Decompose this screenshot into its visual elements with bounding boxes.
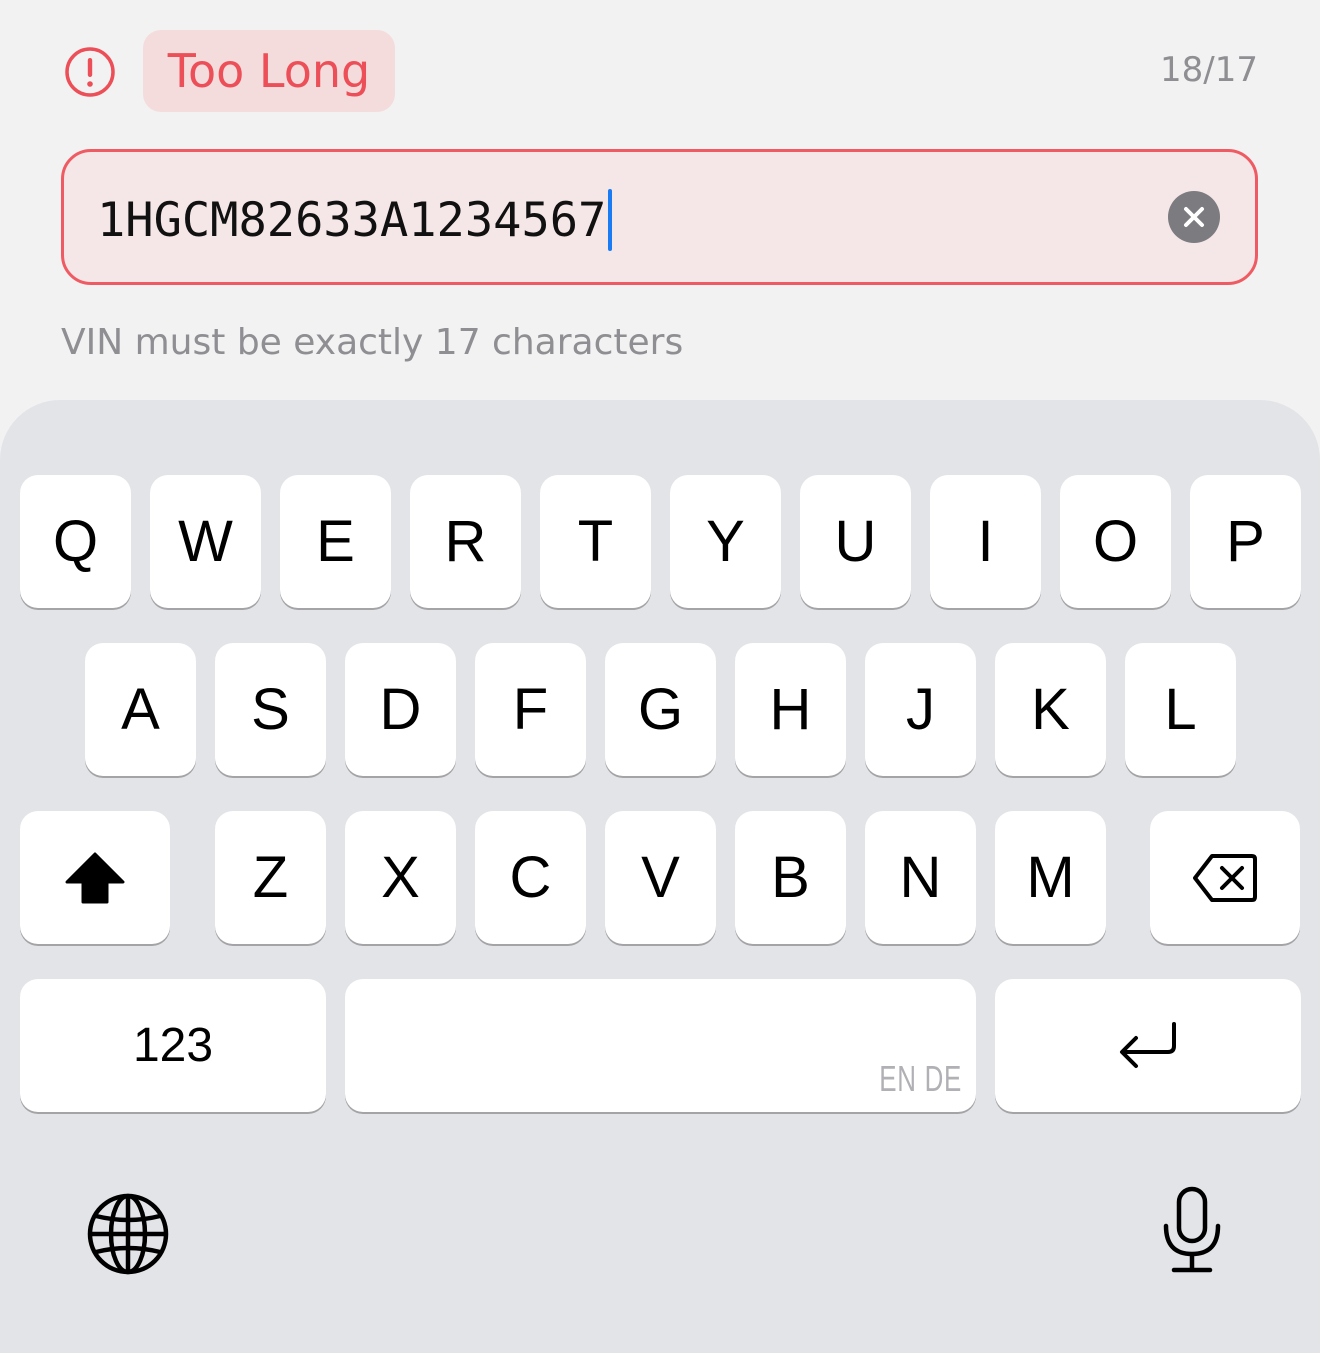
- key-i[interactable]: I: [930, 475, 1041, 608]
- key-label: P: [1226, 508, 1265, 574]
- numbers-key[interactable]: 123: [20, 979, 326, 1112]
- key-s[interactable]: S: [215, 643, 326, 776]
- vin-input[interactable]: 1HGCM82633A1234567: [97, 189, 613, 251]
- return-key[interactable]: [995, 979, 1301, 1112]
- key-z[interactable]: Z: [215, 811, 326, 944]
- key-a[interactable]: A: [85, 643, 196, 776]
- key-label: N: [899, 844, 942, 910]
- key-label: X: [381, 844, 420, 910]
- key-o[interactable]: O: [1060, 475, 1171, 608]
- key-j[interactable]: J: [865, 643, 976, 776]
- key-w[interactable]: W: [150, 475, 261, 608]
- key-d[interactable]: D: [345, 643, 456, 776]
- key-h[interactable]: H: [735, 643, 846, 776]
- key-b[interactable]: B: [735, 811, 846, 944]
- numbers-key-label: 123: [132, 1018, 214, 1072]
- shift-key[interactable]: [20, 811, 170, 944]
- key-n[interactable]: N: [865, 811, 976, 944]
- key-label: E: [316, 508, 355, 574]
- clear-x-icon: [1184, 207, 1204, 227]
- key-t[interactable]: T: [540, 475, 651, 608]
- key-p[interactable]: P: [1190, 475, 1301, 608]
- microphone-icon[interactable]: [1160, 1186, 1224, 1276]
- key-label: J: [906, 676, 935, 742]
- key-label: S: [251, 676, 290, 742]
- key-c[interactable]: C: [475, 811, 586, 944]
- key-label: D: [379, 676, 422, 742]
- alert-circle-icon: [65, 47, 115, 97]
- key-label: W: [178, 508, 233, 574]
- key-label: Y: [706, 508, 745, 574]
- key-y[interactable]: Y: [670, 475, 781, 608]
- key-label: T: [577, 508, 614, 574]
- character-count: 18/17: [1160, 50, 1258, 90]
- space-language-label: EN DE: [879, 1058, 962, 1099]
- vin-helper-text: VIN must be exactly 17 characters: [61, 322, 684, 363]
- delete-key[interactable]: [1150, 811, 1300, 944]
- key-label: O: [1092, 508, 1139, 574]
- shift-arrow-icon: [65, 852, 125, 903]
- text-caret: [608, 189, 613, 251]
- key-label: B: [771, 844, 810, 910]
- key-label: C: [509, 844, 552, 910]
- key-l[interactable]: L: [1125, 643, 1236, 776]
- key-g[interactable]: G: [605, 643, 716, 776]
- key-label: I: [977, 508, 994, 574]
- key-label: R: [444, 508, 487, 574]
- status-badge-label: Too Long: [167, 44, 371, 98]
- key-label: F: [512, 676, 549, 742]
- key-label: V: [641, 844, 680, 910]
- key-r[interactable]: R: [410, 475, 521, 608]
- space-key[interactable]: EN DE: [345, 979, 976, 1112]
- key-label: A: [121, 676, 160, 742]
- key-label: M: [1026, 844, 1075, 910]
- status-badge: Too Long: [143, 30, 395, 112]
- globe-icon[interactable]: [86, 1192, 170, 1276]
- key-q[interactable]: Q: [20, 475, 131, 608]
- key-label: U: [834, 508, 877, 574]
- key-m[interactable]: M: [995, 811, 1106, 944]
- vin-entry-panel: Too Long 18/17 1HGCM82633A1234567 VIN mu…: [0, 0, 1320, 398]
- key-label: G: [637, 676, 684, 742]
- key-label: H: [769, 676, 812, 742]
- key-k[interactable]: K: [995, 643, 1106, 776]
- key-label: K: [1031, 676, 1070, 742]
- key-x[interactable]: X: [345, 811, 456, 944]
- vin-field[interactable]: 1HGCM82633A1234567: [61, 149, 1258, 285]
- keyboard: Q W E R T Y U I O P A S D F G H J K L Z …: [0, 400, 1320, 1353]
- key-f[interactable]: F: [475, 643, 586, 776]
- key-label: Q: [52, 508, 99, 574]
- backspace-icon: [1193, 853, 1257, 902]
- key-label: L: [1164, 676, 1197, 742]
- vin-input-value: 1HGCM82633A1234567: [97, 192, 607, 248]
- key-e[interactable]: E: [280, 475, 391, 608]
- key-u[interactable]: U: [800, 475, 911, 608]
- key-label: Z: [252, 844, 289, 910]
- return-arrow-icon: [1120, 1021, 1176, 1068]
- key-v[interactable]: V: [605, 811, 716, 944]
- clear-button[interactable]: [1168, 191, 1220, 243]
